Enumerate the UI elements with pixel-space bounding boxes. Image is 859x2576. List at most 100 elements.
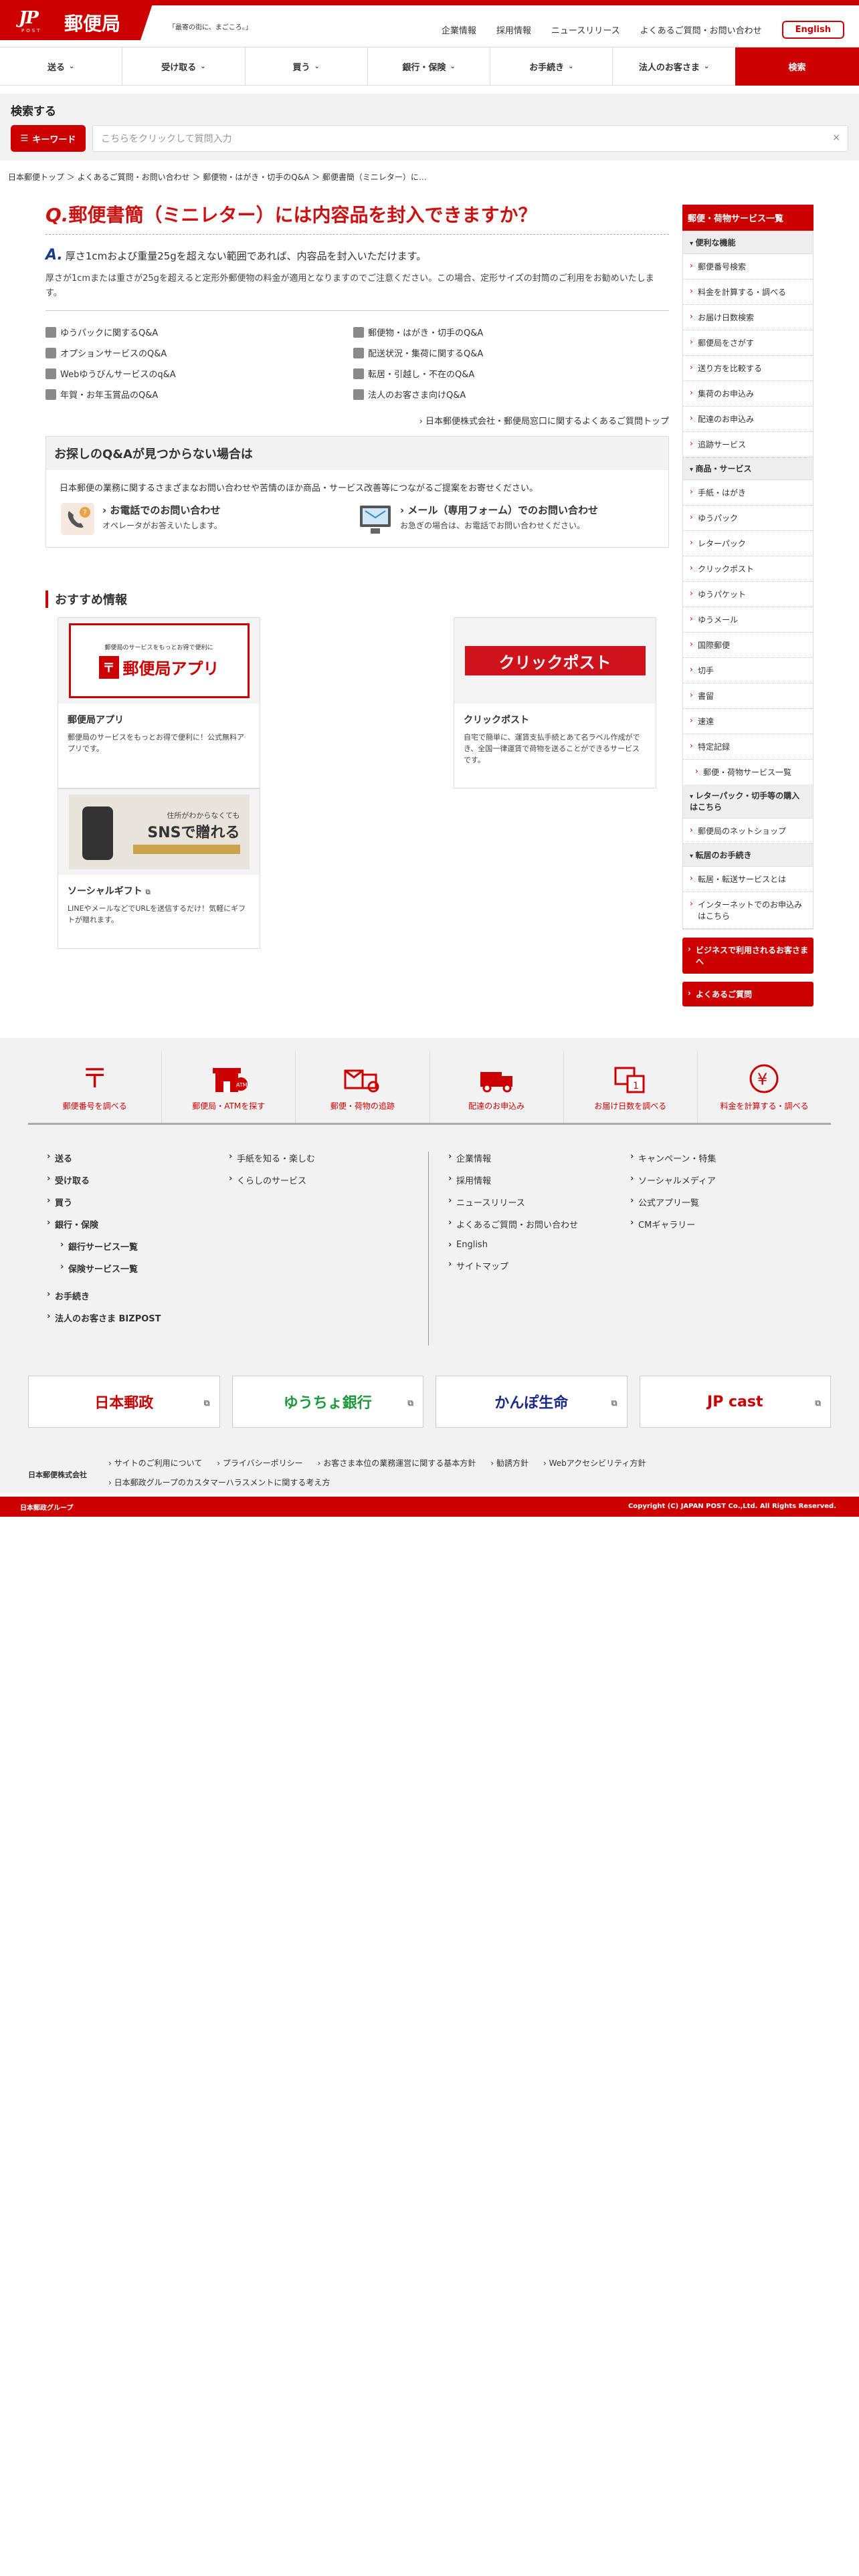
card-socialgift-image: 住所がわからなくても SNSで贈れる [58, 789, 260, 875]
cat-delivery[interactable]: 配送状況・集荷に関するQ&A [353, 346, 661, 359]
quick-fee[interactable]: ¥ 料金を計算する・調べる [698, 1051, 831, 1123]
cat-corporate[interactable]: 法人のお客さま向けQ&A [353, 388, 661, 401]
phone-contact[interactable]: ? › お電話でのお問い合わせ オペレータがお答えいたします。 [60, 502, 357, 536]
footer-bottom-link[interactable]: プライバシーポリシー [217, 1457, 303, 1469]
sidebar-section-products[interactable]: 商品・サービス [683, 457, 813, 480]
footer-link[interactable]: 受け取る [47, 1174, 161, 1186]
nav-bank[interactable]: 銀行・保険 ⌄ [368, 47, 491, 85]
footer-link[interactable]: CMギャラリー [630, 1218, 716, 1230]
faq-button[interactable]: よくあるご質問 [682, 982, 814, 1006]
cat-option[interactable]: オプションサービスのQ&A [45, 346, 353, 359]
sidebar-item[interactable]: 郵便番号検索 [683, 254, 813, 280]
sidebar-item[interactable]: 国際郵便 [683, 633, 813, 658]
sidebar-section-moving[interactable]: 転居のお手続き [683, 844, 813, 867]
sidebar-item[interactable]: 特定記録 [683, 734, 813, 760]
sidebar-item-netshop[interactable]: 郵便局のネットショップ [683, 819, 813, 844]
footer-link[interactable]: 保険サービス一覧 [60, 1262, 161, 1275]
quick-tracking[interactable]: 郵便・荷物の追跡 [296, 1051, 430, 1123]
footer-link[interactable]: ニュースリリース [448, 1196, 578, 1208]
sidebar-item[interactable]: お届け日数検索 [683, 305, 813, 330]
card-app[interactable]: 郵便局のサービスをもっとお得で便利に 〒郵便局アプリ 郵便局アプリ 郵便局のサー… [58, 617, 260, 788]
footer-link[interactable]: 送る [47, 1152, 161, 1164]
card-clickpost-image: クリックポスト [454, 618, 656, 704]
mail-contact[interactable]: › メール（専用フォーム）でのお問い合わせ お急ぎの場合は、お電話でお問い合わせく… [357, 502, 655, 536]
sidebar-item[interactable]: ゆうメール [683, 607, 813, 633]
partner-japanpost[interactable]: 日本郵政 ⧉ [28, 1376, 220, 1428]
footer-link[interactable]: 銀行サービス一覧 [60, 1240, 161, 1253]
sidebar-item[interactable]: 追跡サービス [683, 432, 813, 457]
footer-bottom-link[interactable]: 日本郵政グループのカスタマーハラスメントに関する考え方 [108, 1477, 330, 1488]
partner-jpcast[interactable]: JP cast ⧉ [639, 1376, 831, 1428]
footer-link[interactable]: サイトマップ [448, 1259, 578, 1272]
card-socialgift[interactable]: 住所がわからなくても SNSで贈れる ソーシャルギフト ⧉ LINEやメールなど… [58, 788, 260, 949]
link-corporate[interactable]: 企業情報 [442, 23, 476, 36]
sidebar-item[interactable]: 配達のお申込み [683, 407, 813, 432]
keyword-button[interactable]: ☰ キーワード [11, 125, 86, 152]
footer-link[interactable]: よくあるご質問・お問い合わせ [448, 1218, 578, 1230]
sidebar-item[interactable]: ゆうパケット [683, 582, 813, 607]
a-mark: A. [45, 247, 63, 263]
cat-newyear[interactable]: 年賀・お年玉賞品のQ&A [45, 388, 353, 401]
quick-redelivery[interactable]: 配達のお申込み [430, 1051, 564, 1123]
footer-bottom-link[interactable]: 勧誘方針 [490, 1457, 529, 1469]
nav-buy[interactable]: 買う ⌄ [246, 47, 368, 85]
footer-link[interactable]: くらしのサービス [229, 1174, 315, 1186]
footer-link[interactable]: 手紙を知る・楽しむ [229, 1152, 315, 1164]
sidebar-item[interactable]: 転居・転送サービスとは [683, 867, 813, 892]
sidebar-item[interactable]: 速達 [683, 709, 813, 734]
sidebar-item[interactable]: 切手 [683, 658, 813, 683]
nav-search-button[interactable]: 検索 [735, 47, 859, 86]
link-recruit[interactable]: 採用情報 [496, 23, 531, 36]
breadcrumb[interactable]: 日本郵便トップ ＞ よくあるご質問・お問い合わせ ＞ 郵便物・はがき・切手のQ&… [8, 171, 427, 183]
sidebar-item-service-list[interactable]: 郵便・荷物サービス一覧 [683, 760, 813, 784]
english-button[interactable]: English [781, 21, 844, 39]
search-input[interactable]: こちらをクリックして質問入力 [92, 125, 848, 152]
footer-bottom-link[interactable]: Webアクセシビリティ方針 [543, 1457, 646, 1469]
sidebar-item[interactable]: ゆうパック [683, 506, 813, 531]
close-icon[interactable]: × [832, 132, 840, 143]
link-faq[interactable]: よくあるご質問・お問い合わせ [640, 23, 762, 36]
cat-moving[interactable]: 転居・引越し・不在のQ&A [353, 367, 661, 380]
sidebar-item[interactable]: 郵便局をさがす [683, 330, 813, 356]
quick-days[interactable]: 1 お届け日数を調べる [564, 1051, 698, 1123]
footer-link[interactable]: 採用情報 [448, 1174, 578, 1186]
footer-bottom-link[interactable]: お客さま本位の業務運営に関する基本方針 [318, 1457, 476, 1469]
sidebar-item[interactable]: レターパック [683, 531, 813, 556]
footer-bottom-link[interactable]: サイトのご利用について [108, 1457, 203, 1469]
footer-link[interactable]: English [448, 1240, 578, 1250]
partner-yucho[interactable]: ゆうちょ銀行 ⧉ [231, 1376, 423, 1428]
footer-link[interactable]: 企業情報 [448, 1152, 578, 1164]
footer-link[interactable]: 公式アプリ一覧 [630, 1196, 716, 1208]
business-button[interactable]: ビジネスで利用されるお客さまへ [682, 938, 814, 974]
sidebar-item[interactable]: クリックポスト [683, 556, 813, 582]
sidebar-item[interactable]: インターネットでのお申込みはこちら [683, 892, 813, 929]
nav-corporate[interactable]: 法人のお客さま ⌄ [613, 47, 736, 85]
quick-postcode[interactable]: 〒郵便番号を調べる [28, 1051, 163, 1123]
nav-procedure[interactable]: お手続き ⌄ [490, 47, 613, 85]
sidebar-item[interactable]: 手紙・はがき [683, 480, 813, 506]
footer-link[interactable]: お手続き [47, 1289, 161, 1302]
sidebar-item[interactable]: 料金を計算する・調べる [683, 280, 813, 305]
cat-yupack[interactable]: ゆうパックに関するQ&A [45, 326, 353, 338]
nav-send[interactable]: 送る ⌄ [0, 47, 123, 85]
footer-link[interactable]: ソーシャルメディア [630, 1174, 716, 1186]
nav-receive[interactable]: 受け取る ⌄ [122, 47, 246, 85]
cat-mail[interactable]: 郵便物・はがき・切手のQ&A [353, 326, 661, 338]
link-news[interactable]: ニュースリリース [551, 23, 620, 36]
cat-web[interactable]: Webゆうびんサービスのq&A [45, 367, 353, 380]
sidebar-item[interactable]: 送り方を比較する [683, 356, 813, 381]
category-icon [45, 326, 56, 338]
faq-top-link[interactable]: › 日本郵便株式会社・郵便局窓口に関するよくあるご質問トップ [45, 414, 669, 427]
footer-link[interactable]: 法人のお客さま BIZPOST [47, 1311, 161, 1324]
card-clickpost[interactable]: クリックポスト クリックポスト 自宅で簡単に、運賃支払手続とあて名ラベル作成がで… [454, 617, 656, 788]
sidebar-item[interactable]: 書留 [683, 683, 813, 709]
quick-post-office[interactable]: ATM 郵便局・ATMを探す [162, 1051, 296, 1123]
footer-link[interactable]: 買う [47, 1196, 161, 1208]
sidebar-section-shop[interactable]: レターパック・切手等の購入はこちら [683, 784, 813, 819]
footer-link[interactable]: 銀行・保険 [47, 1218, 161, 1230]
sidebar-section-tools[interactable]: 便利な機能 [683, 231, 813, 254]
logo[interactable]: JP POST 郵便局 [0, 0, 154, 40]
partner-kampo[interactable]: かんぽ生命 ⧉ [436, 1376, 628, 1428]
footer-link[interactable]: キャンペーン・特集 [630, 1152, 716, 1164]
sidebar-item[interactable]: 集荷のお申込み [683, 381, 813, 407]
